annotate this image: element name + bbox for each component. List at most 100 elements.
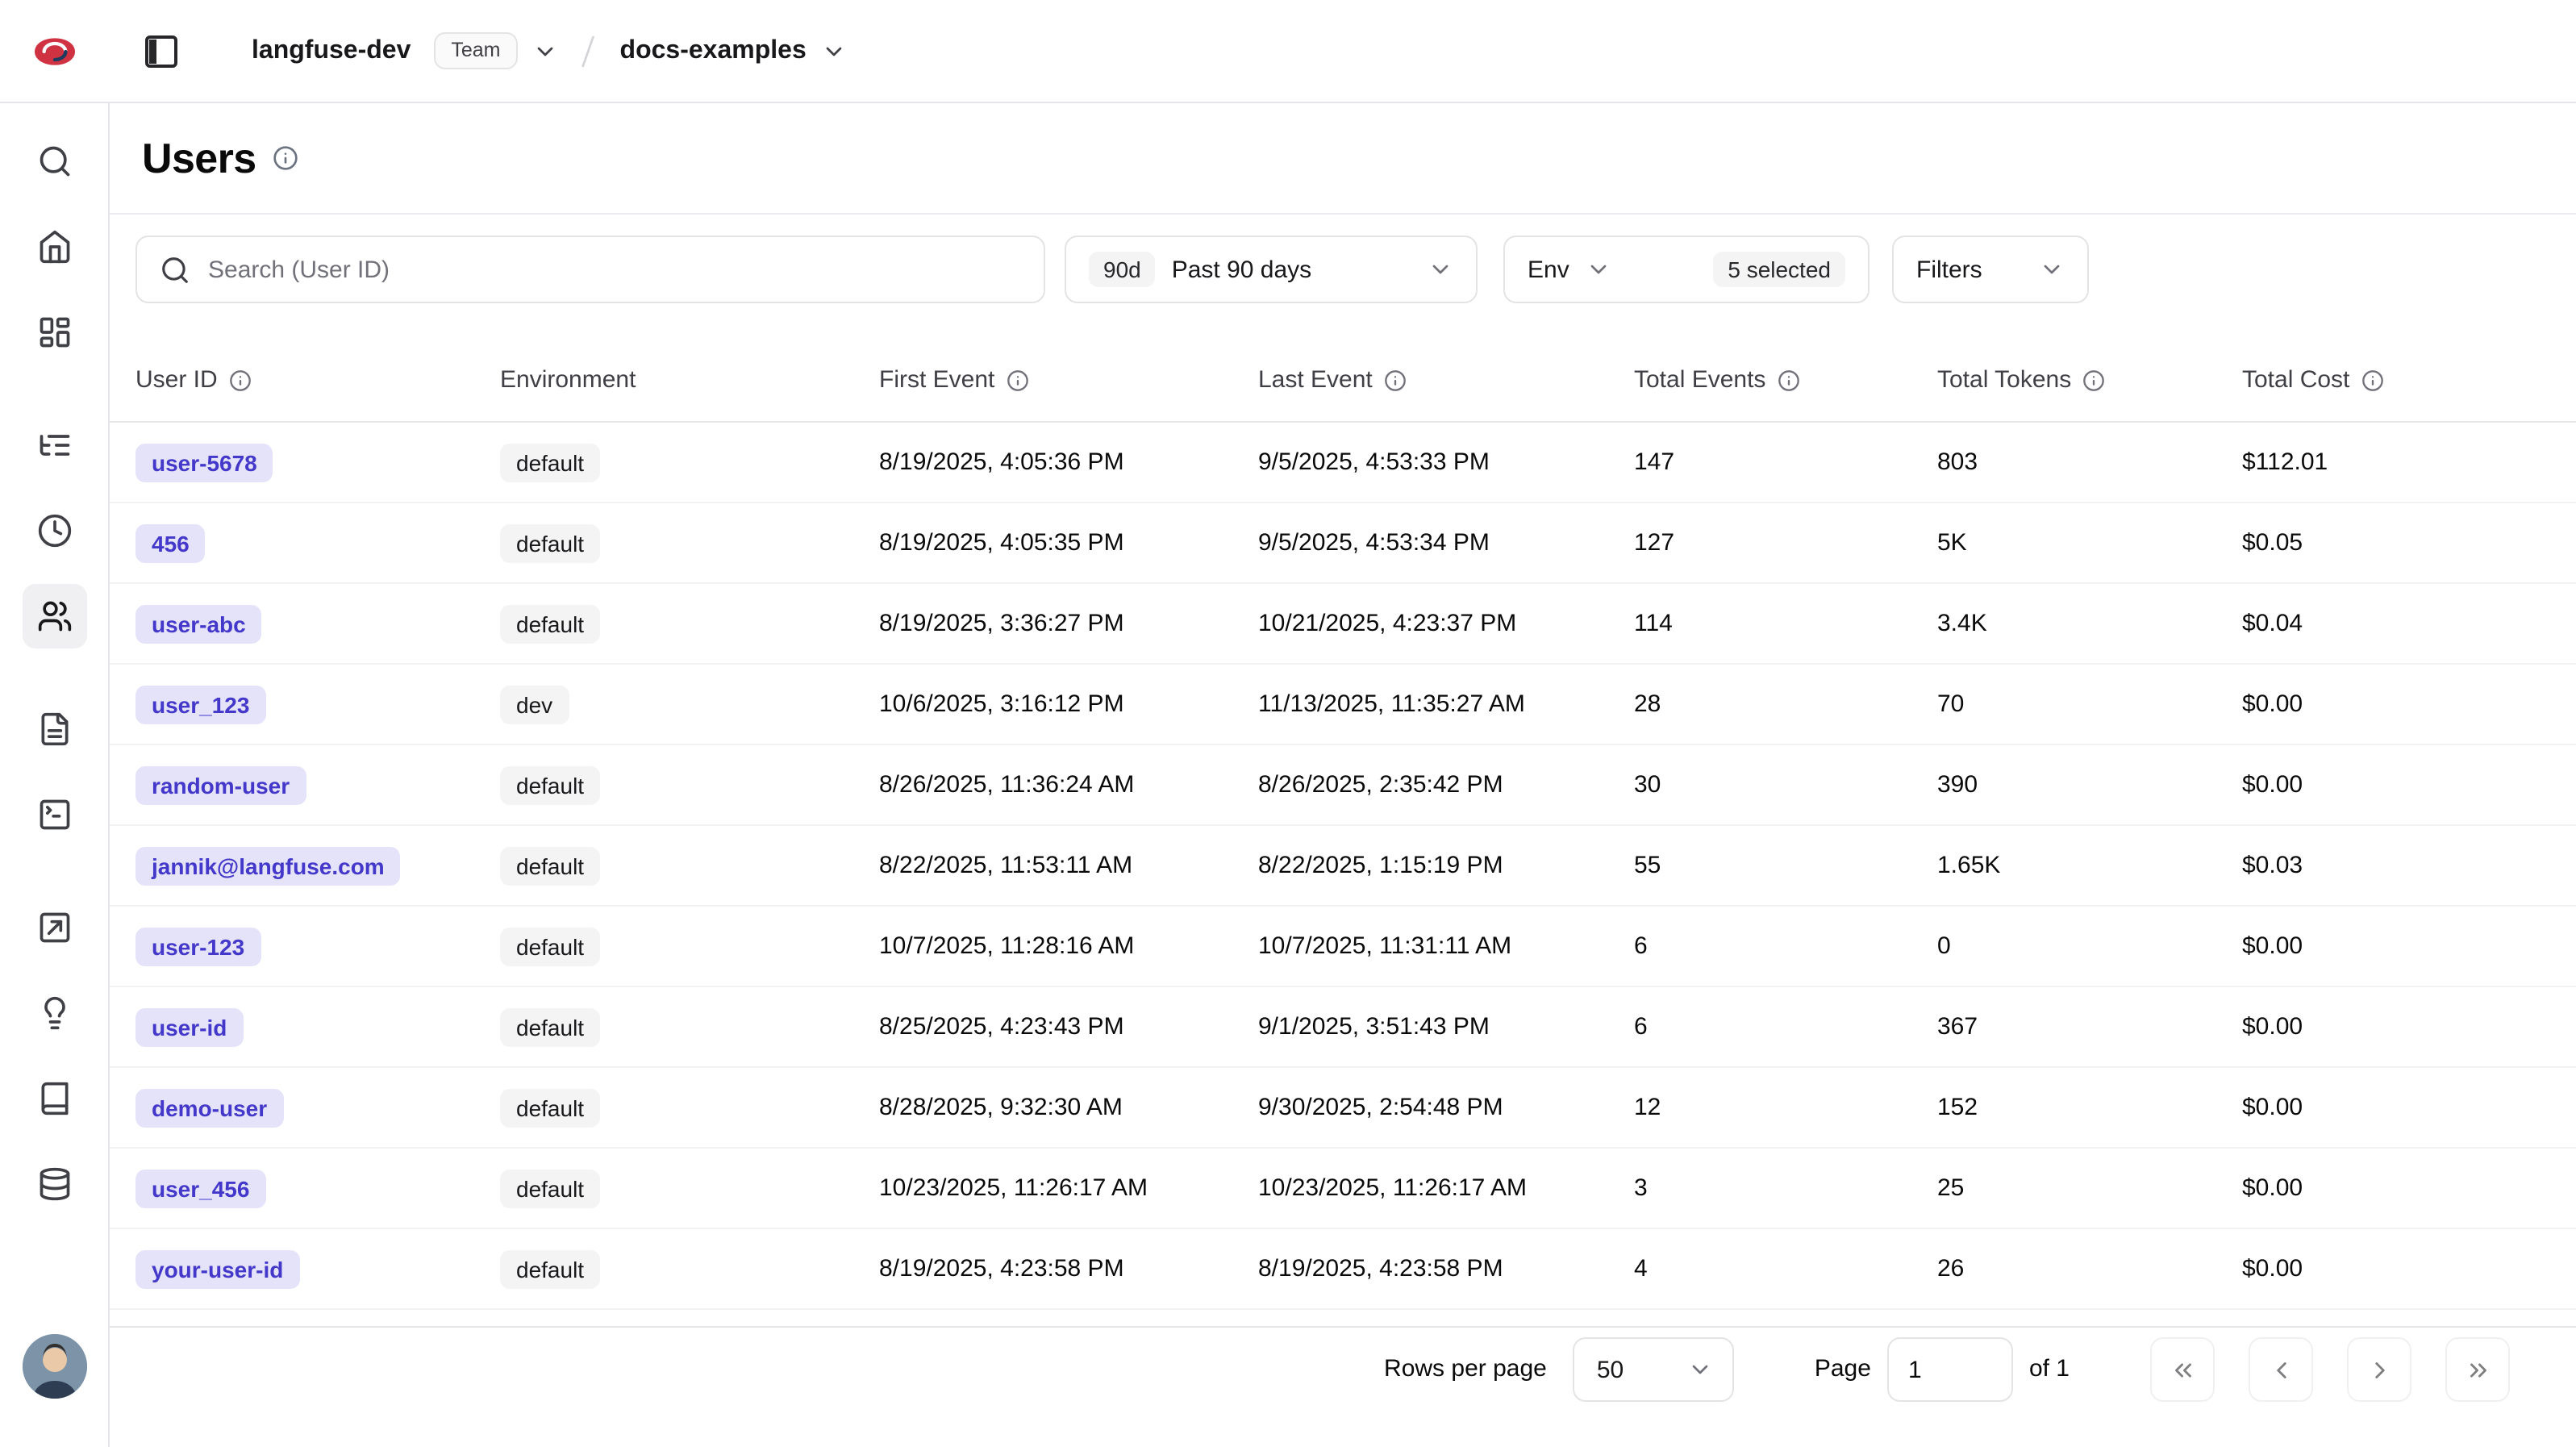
table-row[interactable]: 456 default 8/19/2025, 4:05:35 PM 9/5/20… xyxy=(110,503,2576,584)
environment-selected-badge: 5 selected xyxy=(1713,252,1845,287)
info-icon[interactable] xyxy=(2361,369,2383,391)
info-icon[interactable] xyxy=(1777,369,1799,391)
environment-badge: dev xyxy=(500,685,569,724)
user-id-link[interactable]: your-user-id xyxy=(135,1249,299,1288)
user-id-link[interactable]: user-abc xyxy=(135,604,262,643)
total-cost-cell: $0.00 xyxy=(2242,1013,2550,1040)
environment-badge: default xyxy=(500,1088,600,1127)
total-cost-cell: $0.04 xyxy=(2242,610,2550,637)
user-id-link[interactable]: user_456 xyxy=(135,1169,265,1207)
sidebar-item-prompts[interactable] xyxy=(22,697,86,761)
sidebar-item-users[interactable] xyxy=(22,584,86,648)
column-label: Environment xyxy=(500,366,636,394)
langfuse-logo[interactable] xyxy=(0,35,110,67)
environment-badge: default xyxy=(500,1007,600,1046)
table-row[interactable]: your-user-id default 8/19/2025, 4:23:58 … xyxy=(110,1229,2576,1310)
search-box xyxy=(135,236,1045,303)
user-id-link[interactable]: random-user xyxy=(135,765,306,804)
user-id-link[interactable]: 456 xyxy=(135,523,206,562)
total-cost-cell: $0.00 xyxy=(2242,690,2550,718)
total-events-cell: 30 xyxy=(1634,771,1937,799)
app: langfuse-dev Team docs-examples xyxy=(0,0,2576,1447)
total-events-cell: 28 xyxy=(1634,690,1937,718)
column-header-user-id: User ID xyxy=(135,366,500,394)
sidebar-item-datasets[interactable] xyxy=(22,1066,86,1131)
sidebar-item-search[interactable] xyxy=(22,129,86,194)
table-row[interactable]: user-id default 8/25/2025, 4:23:43 PM 9/… xyxy=(110,987,2576,1068)
search-icon xyxy=(160,254,190,285)
table-row[interactable]: demo-user default 8/28/2025, 9:32:30 AM … xyxy=(110,1068,2576,1149)
sidebar-item-dashboards[interactable] xyxy=(22,300,86,365)
date-range-button[interactable]: 90d Past 90 days xyxy=(1065,236,1478,303)
info-icon[interactable] xyxy=(273,145,298,171)
environment-badge: default xyxy=(500,927,600,965)
terminal-icon xyxy=(36,797,72,832)
chevron-down-icon xyxy=(533,38,559,64)
last-event-cell: 9/5/2025, 4:53:34 PM xyxy=(1258,529,1634,557)
total-cost-cell: $0.00 xyxy=(2242,932,2550,960)
column-label: Total Cost xyxy=(2242,366,2349,394)
table-row[interactable]: random-user default 8/26/2025, 11:36:24 … xyxy=(110,745,2576,826)
sidebar-toggle-button[interactable] xyxy=(135,25,187,77)
table-row[interactable]: user-abc default 8/19/2025, 3:36:27 PM 1… xyxy=(110,584,2576,665)
info-icon[interactable] xyxy=(2082,369,2105,391)
column-label: Last Event xyxy=(1258,366,1373,394)
table-row[interactable]: user_123 dev 10/6/2025, 3:16:12 PM 11/13… xyxy=(110,665,2576,745)
project-selector[interactable]: docs-examples xyxy=(620,36,847,65)
home-icon xyxy=(36,229,72,265)
user-avatar[interactable] xyxy=(23,1334,87,1399)
total-cost-cell: $0.00 xyxy=(2242,1094,2550,1121)
next-page-button[interactable] xyxy=(2347,1337,2411,1402)
last-page-button[interactable] xyxy=(2445,1337,2510,1402)
first-event-cell: 10/23/2025, 11:26:17 AM xyxy=(879,1174,1258,1202)
page-number-input[interactable] xyxy=(1887,1337,2013,1402)
table-row[interactable]: jannik@langfuse.com default 8/22/2025, 1… xyxy=(110,826,2576,907)
first-page-button[interactable] xyxy=(2150,1337,2215,1402)
sidebar-item-database[interactable] xyxy=(22,1152,86,1216)
search-input[interactable] xyxy=(208,256,1021,283)
sidebar-item-lightbulb[interactable] xyxy=(22,981,86,1045)
total-events-cell: 6 xyxy=(1634,1013,1937,1040)
column-label: Total Tokens xyxy=(1937,366,2071,394)
database-icon xyxy=(36,1166,72,1202)
user-id-link[interactable]: user-5678 xyxy=(135,443,273,482)
table-row[interactable]: user-123 default 10/7/2025, 11:28:16 AM … xyxy=(110,907,2576,987)
environment-filter-button[interactable]: Env 5 selected xyxy=(1503,236,1869,303)
sidebar-item-sessions[interactable] xyxy=(22,498,86,563)
previous-page-button[interactable] xyxy=(2249,1337,2313,1402)
org-selector[interactable]: langfuse-dev Team xyxy=(252,32,559,69)
user-id-link[interactable]: user-123 xyxy=(135,927,261,965)
table-row[interactable]: user-5678 default 8/19/2025, 4:05:36 PM … xyxy=(110,423,2576,503)
table-row[interactable]: user_456 default 10/23/2025, 11:26:17 AM… xyxy=(110,1149,2576,1229)
environment-badge: default xyxy=(500,1169,600,1207)
info-icon[interactable] xyxy=(1006,369,1028,391)
user-id-link[interactable]: demo-user xyxy=(135,1088,283,1127)
filters-label: Filters xyxy=(1916,256,1982,283)
total-events-cell: 55 xyxy=(1634,852,1937,879)
last-event-cell: 10/23/2025, 11:26:17 AM xyxy=(1258,1174,1634,1202)
environment-badge: default xyxy=(500,765,600,804)
user-id-link[interactable]: user-id xyxy=(135,1007,243,1046)
total-tokens-cell: 25 xyxy=(1937,1174,2242,1202)
total-events-cell: 3 xyxy=(1634,1174,1937,1202)
rows-per-page-select[interactable]: 50 xyxy=(1573,1337,1734,1402)
user-id-link[interactable]: jannik@langfuse.com xyxy=(135,846,401,885)
sidebar-item-playground[interactable] xyxy=(22,782,86,847)
rows-per-page-label: Rows per page xyxy=(1384,1337,1547,1402)
info-icon[interactable] xyxy=(1384,369,1407,391)
lightbulb-icon xyxy=(36,995,72,1031)
page-of-label: of 1 xyxy=(2029,1337,2070,1402)
first-event-cell: 8/19/2025, 4:05:36 PM xyxy=(879,448,1258,476)
avatar-photo xyxy=(23,1334,87,1399)
sidebar-item-tracing[interactable] xyxy=(22,413,86,477)
info-icon[interactable] xyxy=(229,369,252,391)
sidebar-item-evaluation[interactable] xyxy=(22,895,86,960)
user-id-link[interactable]: user_123 xyxy=(135,685,265,724)
filters-button[interactable]: Filters xyxy=(1892,236,2089,303)
toolbar: 90d Past 90 days Env 5 selected Filters xyxy=(135,236,2550,303)
environment-badge: default xyxy=(500,1249,600,1288)
page-title: Users xyxy=(142,133,256,183)
total-cost-cell: $0.00 xyxy=(2242,1174,2550,1202)
sidebar-item-home[interactable] xyxy=(22,215,86,279)
total-events-cell: 12 xyxy=(1634,1094,1937,1121)
